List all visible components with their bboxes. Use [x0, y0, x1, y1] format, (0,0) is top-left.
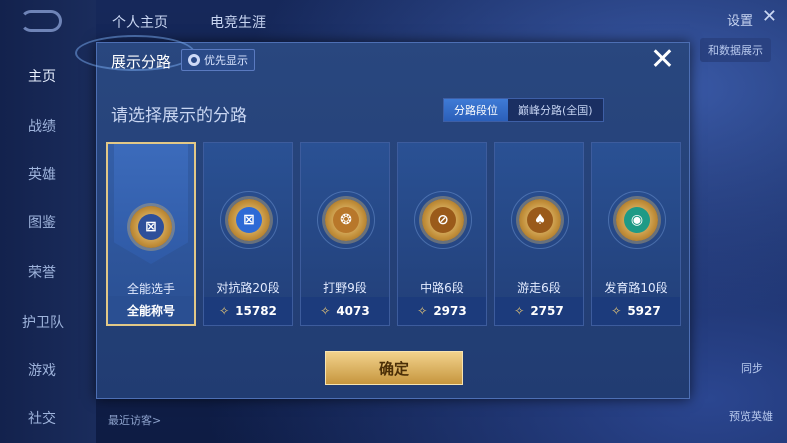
lane-card-value: 15782: [235, 304, 277, 318]
lane-card[interactable]: ◉ 发育路10段 ✧ 5927: [591, 142, 681, 326]
tab-esports[interactable]: 电竞生涯: [210, 12, 266, 32]
nav-social[interactable]: 社交: [28, 408, 56, 428]
lane-type-toggle: 分路段位 巅峰分路(全国): [443, 98, 604, 122]
lane-card[interactable]: ⊠ 全能选手全能称号: [106, 142, 196, 326]
lane-card-value: 全能称号: [126, 303, 175, 318]
lane-card[interactable]: ♠ 游走6段 ✧ 2757: [494, 142, 584, 326]
lane-card[interactable]: ⊠ 对抗路20段 ✧ 15782: [203, 142, 293, 326]
lane-card-footer: ✧ 15782: [204, 297, 292, 325]
top-close-icon[interactable]: ✕: [762, 6, 777, 27]
priority-display-button[interactable]: 优先显示: [181, 49, 255, 71]
peak-score-icon: ✧: [219, 304, 230, 318]
close-icon[interactable]: ✕: [650, 45, 675, 75]
lane-card[interactable]: ❂ 打野9段 ✧ 4073: [300, 142, 390, 326]
data-display-button[interactable]: 和数据展示: [700, 38, 771, 62]
gear-icon: [188, 54, 200, 66]
lane-glyph-icon: ⊠: [236, 207, 262, 233]
lane-card-name: 游走6段: [517, 281, 561, 295]
tab-lane-rank[interactable]: 分路段位: [444, 99, 508, 121]
lane-card-footer: ✧ 2973: [398, 297, 486, 325]
lane-emblem-icon: ♠: [519, 199, 561, 241]
lane-card-footer: ✧ 2757: [495, 297, 583, 325]
preview-hero-label[interactable]: 预览英雄: [729, 408, 773, 424]
nav-record[interactable]: 战绩: [28, 116, 56, 136]
lane-card-name: 中路6段: [420, 281, 464, 295]
recent-visitors-link[interactable]: 最近访客>: [108, 412, 161, 428]
lane-card-name: 打野9段: [323, 281, 367, 295]
confirm-button[interactable]: 确定: [325, 351, 463, 385]
modal-subtitle: 请选择展示的分路: [111, 106, 247, 126]
lane-glyph-icon: ⊘: [430, 207, 456, 233]
lane-emblem-icon: ⊠: [228, 199, 270, 241]
lane-card-value: 2973: [433, 304, 467, 318]
lane-emblem-icon: ⊠: [130, 206, 172, 248]
nav-hero[interactable]: 英雄: [28, 164, 56, 184]
peak-score-icon: ✧: [320, 304, 331, 318]
lane-card-name: 发育路10段: [604, 281, 668, 295]
lane-glyph-icon: ◉: [624, 207, 650, 233]
nav-game[interactable]: 游戏: [28, 360, 56, 380]
nav-honor[interactable]: 荣誉: [28, 262, 56, 282]
lane-display-modal: 展示分路 优先显示 ✕ 请选择展示的分路 分路段位 巅峰分路(全国) ⊠ 全能选手…: [75, 35, 690, 399]
peak-score-icon: ✧: [417, 304, 428, 318]
nav-guard[interactable]: 护卫队: [22, 312, 64, 332]
lane-card-value: 2757: [530, 304, 564, 318]
lane-glyph-icon: ♠: [527, 207, 553, 233]
peak-score-icon: ✧: [611, 304, 622, 318]
peak-score-icon: ✧: [514, 304, 525, 318]
sync-label[interactable]: 同步: [741, 360, 763, 376]
back-icon[interactable]: [20, 10, 62, 32]
lane-card-footer: 全能称号: [108, 296, 194, 324]
side-nav: 主页 战绩 英雄 图鉴 荣誉 护卫队 游戏 社交: [0, 0, 96, 443]
lane-card-footer: ✧ 4073: [301, 297, 389, 325]
lane-emblem-icon: ⊘: [422, 199, 464, 241]
lane-card-value: 5927: [627, 304, 661, 318]
nav-home[interactable]: 主页: [28, 66, 56, 86]
settings-button[interactable]: 设置: [727, 10, 753, 29]
modal-title: 展示分路: [111, 53, 172, 71]
priority-display-label: 优先显示: [204, 54, 248, 67]
lane-glyph-icon: ❂: [333, 207, 359, 233]
nav-codex[interactable]: 图鉴: [28, 212, 56, 232]
lane-emblem-icon: ❂: [325, 199, 367, 241]
lane-card-name: 全能选手: [126, 282, 175, 296]
lane-card-value: 4073: [336, 304, 370, 318]
lane-card[interactable]: ⊘ 中路6段 ✧ 2973: [397, 142, 487, 326]
lane-card-footer: ✧ 5927: [592, 297, 680, 325]
tab-peak-lane[interactable]: 巅峰分路(全国): [508, 99, 603, 121]
lane-glyph-icon: ⊠: [138, 214, 164, 240]
tab-profile[interactable]: 个人主页: [112, 12, 168, 32]
lane-card-name: 对抗路20段: [216, 281, 280, 295]
lane-emblem-icon: ◉: [616, 199, 658, 241]
